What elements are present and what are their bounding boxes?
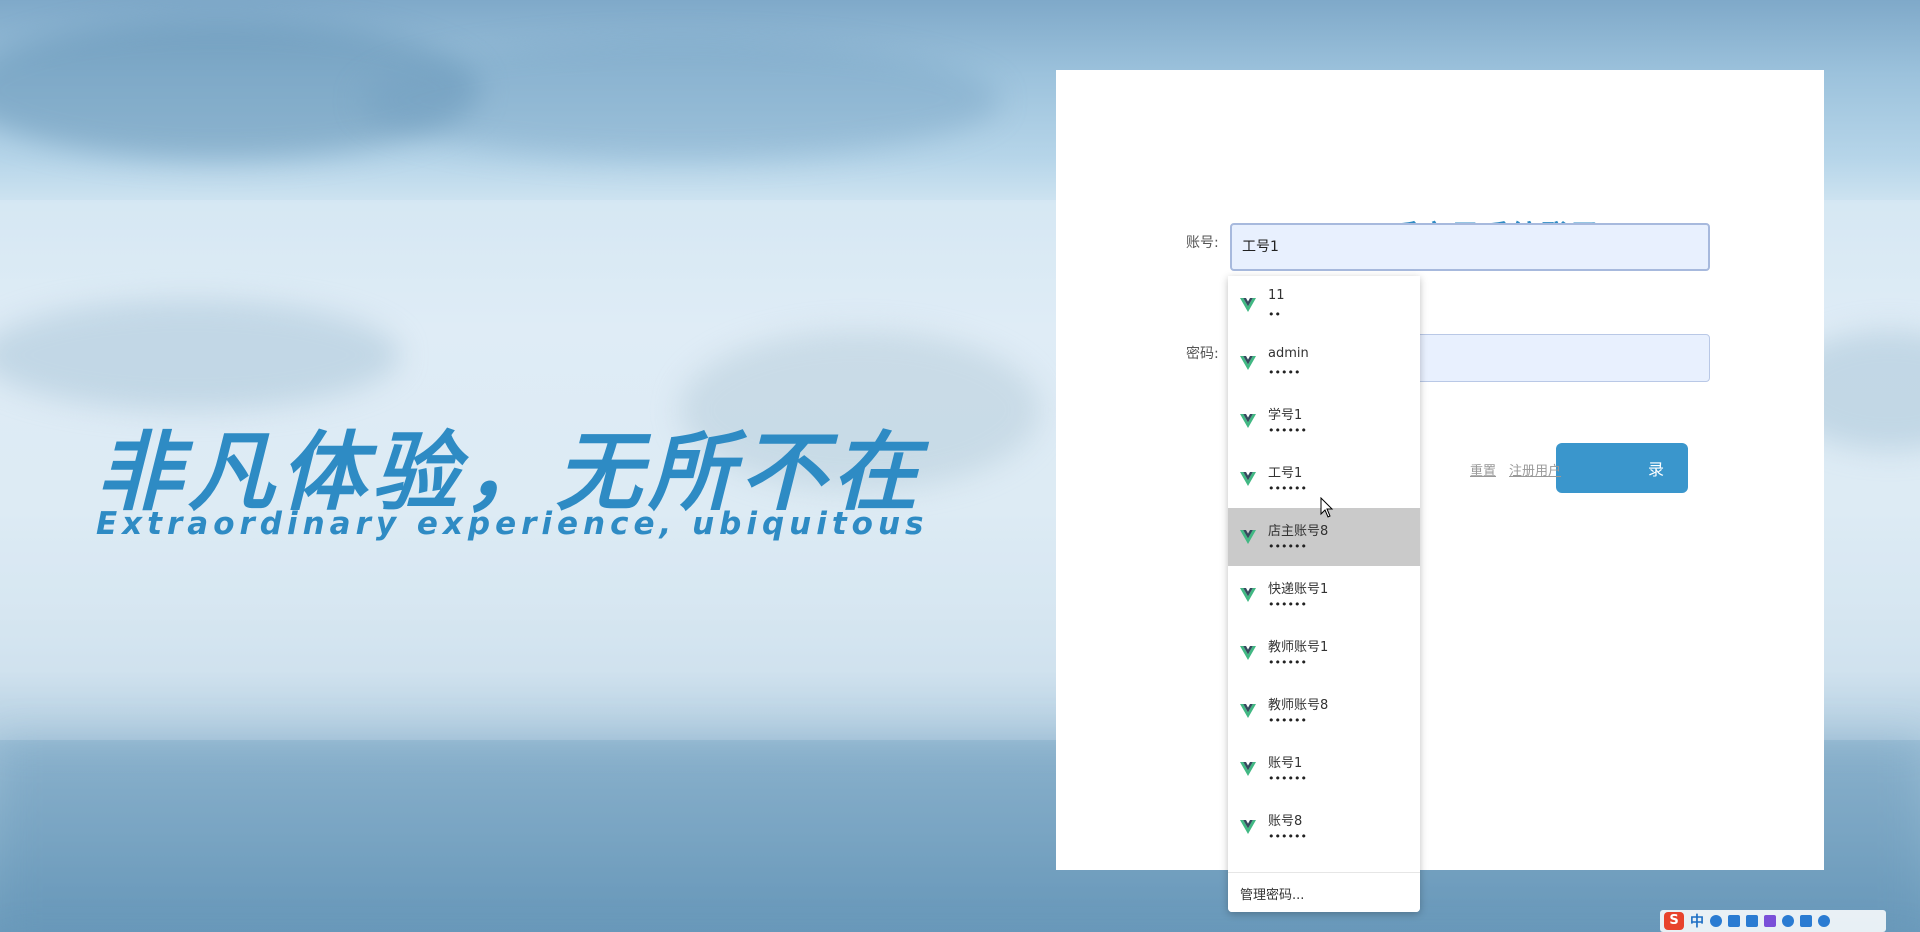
manage-passwords-item[interactable]: 管理密码... bbox=[1228, 872, 1420, 912]
background-cloud bbox=[360, 40, 1000, 160]
autofill-password-mask: ••••• bbox=[1268, 366, 1301, 379]
autofill-username: 账号8 bbox=[1268, 814, 1303, 829]
autofill-item[interactable]: admin ••••• bbox=[1228, 334, 1420, 392]
vue-logo-icon bbox=[1240, 356, 1256, 370]
autofill-username: 教师账号8 bbox=[1268, 698, 1329, 713]
autofill-item[interactable]: 教师账号8 •••••• bbox=[1228, 682, 1420, 740]
autofill-username: 店主账号8 bbox=[1268, 524, 1329, 539]
vue-logo-icon bbox=[1240, 298, 1256, 312]
autofill-item[interactable]: 快递账号1 •••••• bbox=[1228, 566, 1420, 624]
autofill-username: 工号1 bbox=[1268, 466, 1303, 481]
mouse-cursor-icon bbox=[1320, 497, 1334, 518]
hero-subtitle: Extraordinary experience, ubiquitous bbox=[96, 506, 929, 542]
autofill-username: admin bbox=[1268, 346, 1309, 361]
login-panel: 二手交易系统登录 账号: 工号1 密码: 录 重置 注册用户 bbox=[1056, 70, 1824, 870]
autofill-username: 教师账号1 bbox=[1268, 640, 1329, 655]
reset-link[interactable]: 重置 bbox=[1470, 460, 1496, 479]
autofill-item[interactable]: 账号8 •••••• bbox=[1228, 798, 1420, 856]
autofill-username: 学号1 bbox=[1268, 408, 1303, 423]
assistant-icon[interactable] bbox=[1782, 915, 1794, 927]
autofill-password-mask: •••••• bbox=[1268, 714, 1307, 727]
autofill-list: 11 •• admin ••••• 学号1 •••••• 工号1 •••••• 店主账号8 •••… bbox=[1228, 276, 1420, 856]
login-page: 非凡体验，无所不在 Extraordinary experience, ubiq… bbox=[0, 0, 1920, 932]
autofill-username: 11 bbox=[1268, 288, 1285, 303]
vue-logo-icon bbox=[1240, 646, 1256, 660]
autofill-password-mask: •••••• bbox=[1268, 830, 1307, 843]
microphone-icon[interactable] bbox=[1728, 915, 1740, 927]
vue-logo-icon bbox=[1240, 472, 1256, 486]
autofill-dropdown: 11 •• admin ••••• 学号1 •••••• 工号1 •••••• 店主账号8 •••… bbox=[1228, 276, 1420, 912]
settings-icon[interactable] bbox=[1818, 915, 1830, 927]
keyboard-icon[interactable] bbox=[1746, 915, 1758, 927]
autofill-password-mask: •••••• bbox=[1268, 482, 1307, 495]
autofill-password-mask: •••••• bbox=[1268, 540, 1307, 553]
ime-toolbar: S 中 bbox=[1660, 910, 1886, 932]
register-link[interactable]: 注册用户 bbox=[1509, 460, 1561, 479]
vue-logo-icon bbox=[1240, 530, 1256, 544]
autofill-password-mask: •••••• bbox=[1268, 656, 1307, 669]
vue-logo-icon bbox=[1240, 588, 1256, 602]
password-label: 密码: bbox=[1186, 346, 1219, 362]
vue-logo-icon bbox=[1240, 820, 1256, 834]
autofill-password-mask: •••••• bbox=[1268, 598, 1307, 611]
skin-icon[interactable] bbox=[1764, 915, 1776, 927]
account-label: 账号: bbox=[1186, 235, 1219, 251]
autofill-password-mask: •••••• bbox=[1268, 772, 1307, 785]
manage-passwords-label: 管理密码... bbox=[1240, 888, 1305, 903]
ime-mode-toggle[interactable]: 中 bbox=[1690, 911, 1704, 931]
autofill-username: 账号1 bbox=[1268, 756, 1303, 771]
autofill-item[interactable]: 教师账号1 •••••• bbox=[1228, 624, 1420, 682]
toolbox-icon[interactable] bbox=[1800, 915, 1812, 927]
account-input[interactable]: 工号1 bbox=[1230, 223, 1710, 271]
vue-logo-icon bbox=[1240, 414, 1256, 428]
vue-logo-icon bbox=[1240, 762, 1256, 776]
autofill-item[interactable]: 账号1 •••••• bbox=[1228, 740, 1420, 798]
vue-logo-icon bbox=[1240, 704, 1256, 718]
sogou-logo-icon[interactable]: S bbox=[1664, 912, 1684, 930]
punctuation-icon[interactable] bbox=[1710, 915, 1722, 927]
autofill-password-mask: •••••• bbox=[1268, 424, 1307, 437]
autofill-item[interactable]: 学号1 •••••• bbox=[1228, 392, 1420, 450]
autofill-item[interactable]: 11 •• bbox=[1228, 276, 1420, 334]
login-button[interactable]: 录 bbox=[1556, 443, 1688, 493]
autofill-username: 快递账号1 bbox=[1268, 582, 1329, 597]
autofill-password-mask: •• bbox=[1268, 308, 1281, 321]
